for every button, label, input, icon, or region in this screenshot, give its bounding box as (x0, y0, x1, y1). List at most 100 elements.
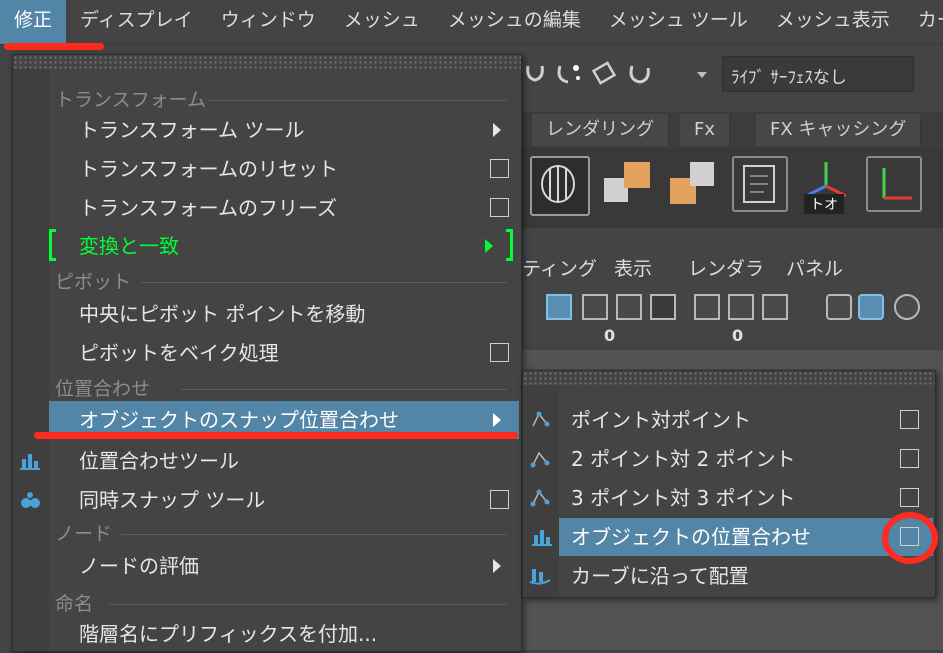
menu-modify[interactable]: 修正 (0, 0, 67, 44)
shelf-squares-icon-1[interactable] (600, 156, 656, 212)
three-point-icon (530, 489, 550, 507)
submenu-item-align-to-curve[interactable]: カーブに沿って配置 (523, 557, 933, 595)
submenu-item-2-point[interactable]: 2 ポイント対 2 ポイント (523, 440, 933, 478)
section-divider (121, 534, 507, 535)
menu-edit-mesh[interactable]: メッシュの編集 (434, 0, 595, 44)
shelf-pivot-icon[interactable] (866, 156, 922, 212)
menu-mesh-display[interactable]: メッシュ表示 (762, 0, 904, 44)
menu-item-prefix-hierarchy[interactable]: 階層名にプリフィックスを付加... (13, 615, 519, 653)
submenu-item-3-point[interactable]: 3 ポイント対 3 ポイント (523, 479, 933, 517)
menu-window[interactable]: ウィンドウ (207, 0, 330, 44)
menu-item-bake-pivot[interactable]: ピボットをベイク処理 (13, 334, 519, 372)
grid-icon[interactable] (546, 294, 572, 320)
panel-menu-show[interactable]: 表示 (614, 254, 652, 281)
section-align: 位置合わせ (13, 372, 519, 402)
section-node: ノード (13, 517, 519, 547)
section-pivot-title: ピボット (55, 271, 132, 293)
tab-fx-caching[interactable]: FX キャッシング (756, 114, 922, 146)
panel-menu-renderer[interactable]: レンダラ (688, 254, 764, 281)
menu-item-label: トランスフォームのフリーズ (79, 196, 337, 220)
menu-tearoff-handle[interactable] (13, 55, 521, 69)
menu-item-label: トランスフォーム ツール (79, 118, 305, 142)
section-divider (209, 100, 507, 101)
chevron-down-icon[interactable] (696, 70, 708, 80)
menu-item-transform-tool[interactable]: トランスフォーム ツール (13, 111, 519, 149)
shelf-axis-icon[interactable]: トオ (798, 156, 854, 214)
section-divider (141, 282, 507, 283)
live-surface-field[interactable]: ﾗｲﾌﾞ ｻｰﾌｪｽなし (722, 56, 914, 92)
menu-item-snap-together-tool[interactable]: 同時スナップ ツール (13, 481, 519, 519)
shelf-script-icon[interactable] (732, 156, 788, 212)
panel-menu-lighting[interactable]: ティング (522, 254, 597, 281)
curve-align-icon (529, 569, 551, 585)
submenu-tearoff-handle[interactable] (523, 371, 935, 385)
point-to-point-icon (532, 411, 550, 427)
section-divider (109, 604, 507, 605)
menu-item-match-transform[interactable]: 変換と一致 (13, 227, 519, 265)
snap-together-icon (21, 492, 40, 508)
panel-menubar: ティング 表示 レンダラ パネル (520, 248, 943, 288)
gate-mask-icon[interactable] (650, 294, 676, 320)
menu-item-label: 中央にピボット ポイントを移動 (79, 302, 366, 326)
tab-fx[interactable]: Fx (680, 114, 731, 146)
option-box-icon[interactable] (490, 159, 509, 178)
main-menubar: 修正 ディスプレイ ウィンドウ メッシュ メッシュの編集 メッシュ ツール メッ… (0, 0, 943, 45)
snap-surface-icon[interactable] (590, 60, 620, 88)
menu-item-align-tool[interactable]: 位置合わせツール (13, 442, 519, 480)
shaded-cube-icon[interactable] (858, 294, 884, 320)
panel-menu-panels[interactable]: パネル (786, 254, 843, 281)
menu-item-label: 同時スナップ ツール (79, 488, 266, 512)
menu-item-reset-transform[interactable]: トランスフォームのリセット (13, 150, 519, 188)
menu-item-freeze-transform[interactable]: トランスフォームのフリーズ (13, 189, 519, 227)
menu-curves[interactable]: カーブ (904, 0, 943, 44)
modify-menu: トランスフォーム トランスフォーム ツール トランスフォームのリセット トランス… (12, 54, 522, 652)
green-bracket-right (506, 229, 513, 261)
annotation-underline-menu (4, 43, 104, 50)
submenu-item-align-objects[interactable]: オブジェクトの位置合わせ (559, 518, 933, 556)
submenu-arrow-icon (493, 123, 501, 137)
shelf-sphere-icon[interactable] (530, 156, 590, 216)
snap-points-icon[interactable] (554, 60, 584, 88)
counter-1: 0 (604, 326, 616, 345)
section-transform: トランスフォーム (13, 83, 519, 113)
snap-magnet-icon[interactable] (524, 62, 546, 86)
menu-mesh[interactable]: メッシュ (330, 0, 434, 44)
snap-live-icon[interactable] (626, 60, 654, 88)
section-divider (181, 389, 507, 390)
menu-mesh-tools[interactable]: メッシュ ツール (595, 0, 762, 44)
option-box-icon[interactable] (900, 410, 919, 429)
submenu-item-point-to-point[interactable]: ポイント対ポイント (523, 401, 933, 439)
option-box-icon[interactable] (900, 449, 919, 468)
menu-item-label: 変換と一致 (79, 234, 179, 258)
lighting-icon[interactable] (894, 294, 920, 320)
tab-rendering[interactable]: レンダリング (532, 114, 669, 146)
section-pivot: ピボット (13, 265, 519, 295)
section-align-title: 位置合わせ (55, 378, 151, 400)
annotation-circle (882, 512, 938, 564)
two-point-icon (530, 451, 550, 468)
option-box-icon[interactable] (490, 490, 509, 509)
shelf-squares-icon-2[interactable] (666, 156, 722, 212)
submenu-arrow-icon (485, 239, 493, 253)
live-surface-label: ﾗｲﾌﾞ ｻｰﾌｪｽなし (731, 68, 847, 88)
field-chart-icon[interactable] (694, 294, 720, 320)
menu-item-label: 位置合わせツール (79, 449, 239, 473)
shelf-tabs: レンダリング Fx FX キャッシング (520, 112, 943, 148)
film-gate-icon[interactable] (582, 294, 608, 320)
option-box-icon[interactable] (490, 198, 509, 217)
section-naming: 命名 (13, 587, 519, 617)
text-icon[interactable] (762, 294, 788, 320)
option-box-icon[interactable] (490, 343, 509, 362)
menu-item-center-pivot[interactable]: 中央にピボット ポイントを移動 (13, 295, 519, 333)
submenu-item-label: 3 ポイント対 3 ポイント (571, 486, 796, 510)
menu-item-evaluate-nodes[interactable]: ノードの評価 (13, 547, 519, 585)
image-plane-icon[interactable] (728, 294, 754, 320)
menu-display[interactable]: ディスプレイ (66, 0, 207, 44)
shelf-icons: トオ (520, 148, 943, 228)
submenu-item-label: 2 ポイント対 2 ポイント (571, 447, 796, 471)
align-objects-icon (532, 530, 552, 546)
option-box-icon[interactable] (900, 488, 919, 507)
status-toolbar: ﾗｲﾌﾞ ｻｰﾌｪｽなし (520, 48, 943, 98)
resolution-gate-icon[interactable] (616, 294, 642, 320)
wireframe-cube-icon[interactable] (826, 294, 852, 320)
